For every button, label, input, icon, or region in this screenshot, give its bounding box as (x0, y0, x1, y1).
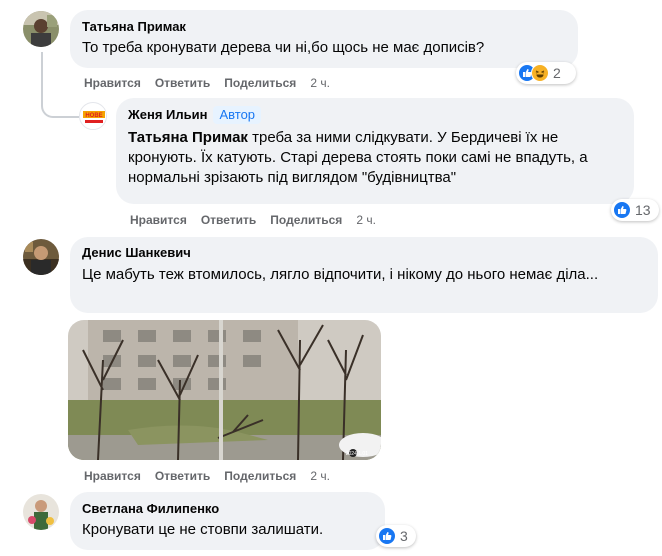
avatar[interactable]: НОВЕ (79, 102, 107, 130)
photo-image: 2024.1.01 (68, 320, 381, 460)
comment-text: Це мабуть теж втомилось, лягло відпочити… (82, 266, 599, 283)
reaction-count: 2 (553, 65, 561, 81)
avatar-logo-text: НОВЕ (85, 113, 102, 119)
like-icon (378, 527, 396, 545)
share-button[interactable]: Поделиться (224, 76, 296, 90)
user-photo-icon (23, 239, 59, 275)
comment-bubble: Женя Ильин Автор Татьяна Примак треба за … (116, 98, 634, 204)
share-button[interactable]: Поделиться (224, 469, 296, 483)
comment-actions: Нравится Ответить Поделиться 2 ч. (84, 468, 344, 484)
comment-bubble: Светлана Филипенко Кронувати це не стовп… (70, 492, 385, 550)
avatar[interactable] (23, 239, 59, 275)
comment-time[interactable]: 2 ч. (310, 469, 330, 483)
comment-author-row: Женя Ильин Автор (128, 106, 622, 124)
comment-text: То треба кронувати дерева чи ні,бо щось … (82, 39, 485, 56)
user-photo-icon (23, 494, 59, 530)
thread-line-reply (41, 52, 79, 118)
user-photo-icon (23, 11, 59, 47)
haha-icon (531, 64, 549, 82)
photo-timestamp: 2024.1.01 (346, 451, 368, 457)
comment-time[interactable]: 2 ч. (356, 213, 376, 227)
comment-time[interactable]: 2 ч. (310, 76, 330, 90)
reply-button[interactable]: Ответить (155, 469, 210, 483)
author-badge: Автор (213, 106, 262, 124)
comment-author[interactable]: Татьяна Примак (82, 19, 566, 35)
comment-author[interactable]: Денис Шанкевич (82, 245, 646, 261)
comment-bubble: Татьяна Примак То треба кронувати дерева… (70, 10, 578, 68)
page-logo-icon: НОВЕ (81, 104, 106, 129)
share-button[interactable]: Поделиться (270, 213, 342, 227)
comment-text: Татьяна Примак треба за ними слідкувати.… (128, 128, 622, 188)
like-icon (613, 201, 631, 219)
reaction-summary[interactable]: 2 (516, 62, 576, 84)
like-button[interactable]: Нравится (130, 213, 187, 227)
comment-text: Кронувати це не стовпи залишати. (82, 521, 324, 538)
reaction-summary[interactable]: 3 (376, 525, 416, 547)
reply-button[interactable]: Ответить (201, 213, 256, 227)
avatar[interactable] (23, 494, 59, 530)
reaction-summary[interactable]: 13 (611, 199, 659, 221)
mention-link[interactable]: Татьяна Примак (128, 129, 248, 146)
like-button[interactable]: Нравится (84, 76, 141, 90)
comment-bubble: Денис Шанкевич Це мабуть теж втомилось, … (70, 237, 658, 313)
comment-author[interactable]: Светлана Филипенко (82, 501, 373, 517)
like-button[interactable]: Нравится (84, 469, 141, 483)
comment-author[interactable]: Женя Ильин (128, 107, 207, 122)
avatar[interactable] (23, 11, 59, 47)
comment-actions: Нравится Ответить Поделиться 2 ч. (84, 75, 344, 91)
reaction-count: 3 (400, 528, 408, 544)
reply-button[interactable]: Ответить (155, 76, 210, 90)
comment-actions: Нравится Ответить Поделиться 2 ч. (130, 212, 390, 228)
reaction-count: 13 (635, 202, 651, 218)
comment-photo[interactable]: 2024.1.01 (68, 320, 381, 460)
